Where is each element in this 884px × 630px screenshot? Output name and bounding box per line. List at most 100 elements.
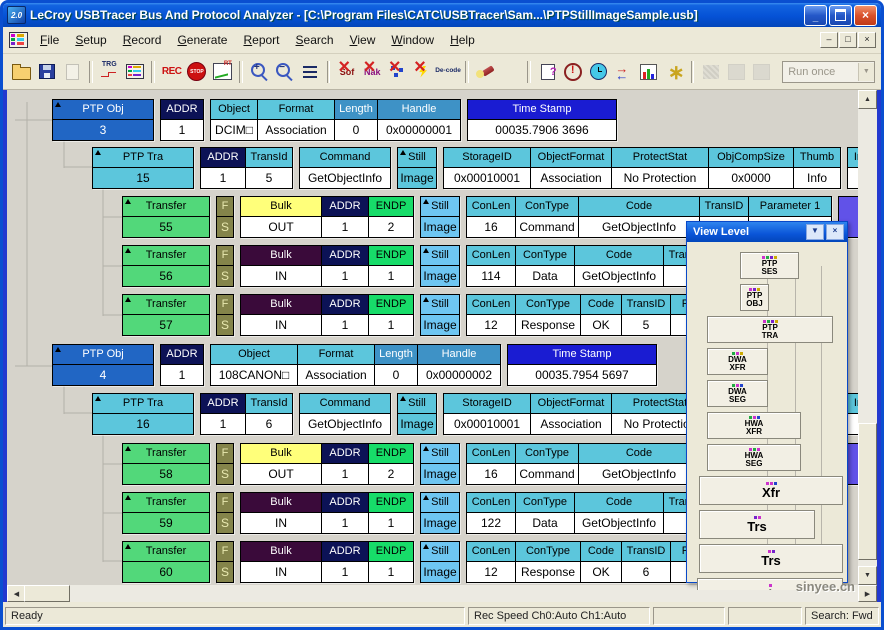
scroll-right-button[interactable]: ▶ [858, 585, 877, 602]
protocol-cell[interactable]: ADDR1 [161, 345, 203, 385]
protocol-cell[interactable]: CommandGetObjectInfo [300, 148, 390, 188]
protocol-cell[interactable]: ADDR1 [321, 246, 368, 286]
protocol-cell[interactable]: StillImage [421, 493, 459, 533]
protocol-cell[interactable]: Transfer56 [123, 246, 209, 286]
protocol-cell[interactable]: Transfer55 [123, 197, 209, 237]
protocol-cell[interactable]: FS [217, 246, 233, 286]
protocol-cell[interactable]: FS [217, 295, 233, 335]
protocol-cell[interactable]: StillImage [421, 295, 459, 335]
hide-nak-button[interactable]: Nak [361, 60, 384, 83]
protocol-cell[interactable]: ConTypeCommand [515, 197, 578, 237]
protocol-cell[interactable]: ObjectFormatAssociation [530, 148, 611, 188]
protocol-cell[interactable]: ImI [848, 394, 858, 434]
protocol-cell[interactable]: StillImage [421, 246, 459, 286]
menu-help[interactable]: Help [442, 30, 483, 50]
performance-button[interactable] [662, 60, 685, 83]
menu-report[interactable]: Report [235, 30, 287, 50]
protocol-cell[interactable]: CodeOK [580, 542, 621, 582]
menu-window[interactable]: Window [383, 30, 442, 50]
protocol-cell[interactable]: Handle0x00000001 [377, 100, 460, 140]
view-level-dwa-seg-button[interactable]: DWASEG [707, 380, 768, 407]
protocol-cell[interactable]: BulkIN [241, 295, 321, 335]
menu-search[interactable]: Search [288, 30, 342, 50]
horizontal-scroll-thumb[interactable] [24, 585, 70, 602]
menu-record[interactable]: Record [115, 30, 170, 50]
protocol-cell[interactable]: ObjectDCIM□ [211, 100, 257, 140]
protocol-cell[interactable]: PTP Tra16 [93, 394, 193, 434]
protocol-cell[interactable]: FS [217, 542, 233, 582]
protocol-cell[interactable]: PTP Obj3 [53, 100, 153, 140]
protocol-cell[interactable]: StorageID0x00010001 [444, 394, 530, 434]
protocol-cell[interactable]: ENDP2 [368, 444, 413, 484]
trigger-setup-button[interactable]: TRG [98, 60, 121, 83]
protocol-cell[interactable]: FS [217, 197, 233, 237]
menu-view[interactable]: View [342, 30, 384, 50]
protocol-cell[interactable]: ENDP1 [368, 493, 413, 533]
view-level-ptp-ses-button[interactable]: PTPSES [740, 252, 799, 279]
protocol-cell[interactable]: ADDR1 [321, 493, 368, 533]
view-level-trs-button[interactable]: Trs [699, 510, 815, 539]
protocol-cell[interactable]: FS [217, 444, 233, 484]
view-level-xfr-button[interactable]: Xfr [699, 476, 843, 505]
protocol-cell[interactable]: TransId5 [245, 148, 292, 188]
view-level-ptp-obj-button[interactable]: PTPOBJ [740, 284, 769, 311]
protocol-cell[interactable]: StillImage [421, 197, 459, 237]
protocol-cell[interactable]: ADDR1 [321, 197, 368, 237]
close-button[interactable]: × [854, 5, 877, 26]
protocol-cell[interactable]: Handle0x00000002 [417, 345, 500, 385]
protocol-cell[interactable]: ObjectFormatAssociation [530, 394, 611, 434]
protocol-cell[interactable]: TransID6 [621, 542, 670, 582]
traffic-summary-button[interactable] [612, 60, 635, 83]
protocol-cell[interactable]: TransId6 [245, 394, 292, 434]
protocol-cell[interactable]: BulkIN [241, 246, 321, 286]
protocol-cell[interactable]: ConTypeCommand [515, 444, 578, 484]
protocol-cell[interactable]: ConLen12 [467, 542, 515, 582]
view-level-hwa-xfr-button[interactable]: HWAXFR [707, 412, 801, 439]
open-button[interactable] [10, 60, 33, 83]
mdi-restore-button[interactable]: □ [839, 32, 857, 48]
protocol-cell[interactable]: Length0 [374, 345, 417, 385]
protocol-cell[interactable]: PTP Tra15 [93, 148, 193, 188]
protocol-cell[interactable]: Length0 [334, 100, 377, 140]
record-options-button[interactable] [123, 60, 146, 83]
protocol-cell[interactable]: ConLen114 [467, 246, 515, 286]
protocol-cell[interactable]: ConTypeResponse [515, 542, 580, 582]
view-level-ptp-tra-button[interactable]: PTPTRA [707, 316, 833, 343]
protocol-cell[interactable]: CodeGetObjectInfo [578, 444, 699, 484]
protocol-cell[interactable]: ObjCompSize0x0000 [708, 148, 793, 188]
protocol-cell[interactable]: StorageID0x00010001 [444, 148, 530, 188]
protocol-cell[interactable]: ADDR1 [161, 100, 203, 140]
protocol-cell[interactable]: ConTypeData [515, 493, 574, 533]
wrap-button[interactable] [298, 60, 321, 83]
protocol-cell[interactable]: FormatAssociation [297, 345, 374, 385]
protocol-cell[interactable]: ConLen16 [467, 197, 515, 237]
scroll-up-button[interactable]: ▲ [858, 90, 877, 109]
protocol-cell[interactable]: BulkOUT [241, 444, 321, 484]
protocol-cell[interactable]: CodeGetObjectInfo [574, 493, 663, 533]
zoom-in-button[interactable] [248, 60, 271, 83]
protocol-cell[interactable]: ENDP2 [368, 197, 413, 237]
vertical-scroll-thumb[interactable] [858, 423, 877, 560]
protocol-cell[interactable]: ConLen16 [467, 444, 515, 484]
protocol-cell[interactable]: BulkIN [241, 493, 321, 533]
protocol-cell[interactable]: FS [217, 493, 233, 533]
protocol-cell[interactable]: ENDP1 [368, 295, 413, 335]
protocol-cell[interactable]: ConTypeData [515, 246, 574, 286]
mdi-minimize-button[interactable]: – [820, 32, 838, 48]
mdi-close-button[interactable]: × [858, 32, 876, 48]
maximize-button[interactable] [829, 5, 852, 26]
minimize-button[interactable]: _ [804, 5, 827, 26]
view-level-trs-button[interactable]: Trs [699, 544, 843, 573]
protocol-cell[interactable]: StillImage [421, 444, 459, 484]
save-button[interactable] [35, 60, 58, 83]
protocol-cell[interactable]: ADDR1 [321, 295, 368, 335]
protocol-cell[interactable]: FormatAssociation [257, 100, 334, 140]
realtime-stats-button[interactable]: RT [211, 60, 234, 83]
protocol-cell[interactable]: Object108CANON□ [211, 345, 297, 385]
protocol-cell[interactable]: StillImage [398, 148, 436, 188]
protocol-cell[interactable]: ENDP1 [368, 542, 413, 582]
protocol-cell[interactable]: Time Stamp00035.7954 5697 [508, 345, 656, 385]
protocol-cell[interactable]: ADDR1 [321, 542, 368, 582]
zoom-out-button[interactable] [273, 60, 296, 83]
protocol-cell[interactable]: PTP Obj4 [53, 345, 153, 385]
